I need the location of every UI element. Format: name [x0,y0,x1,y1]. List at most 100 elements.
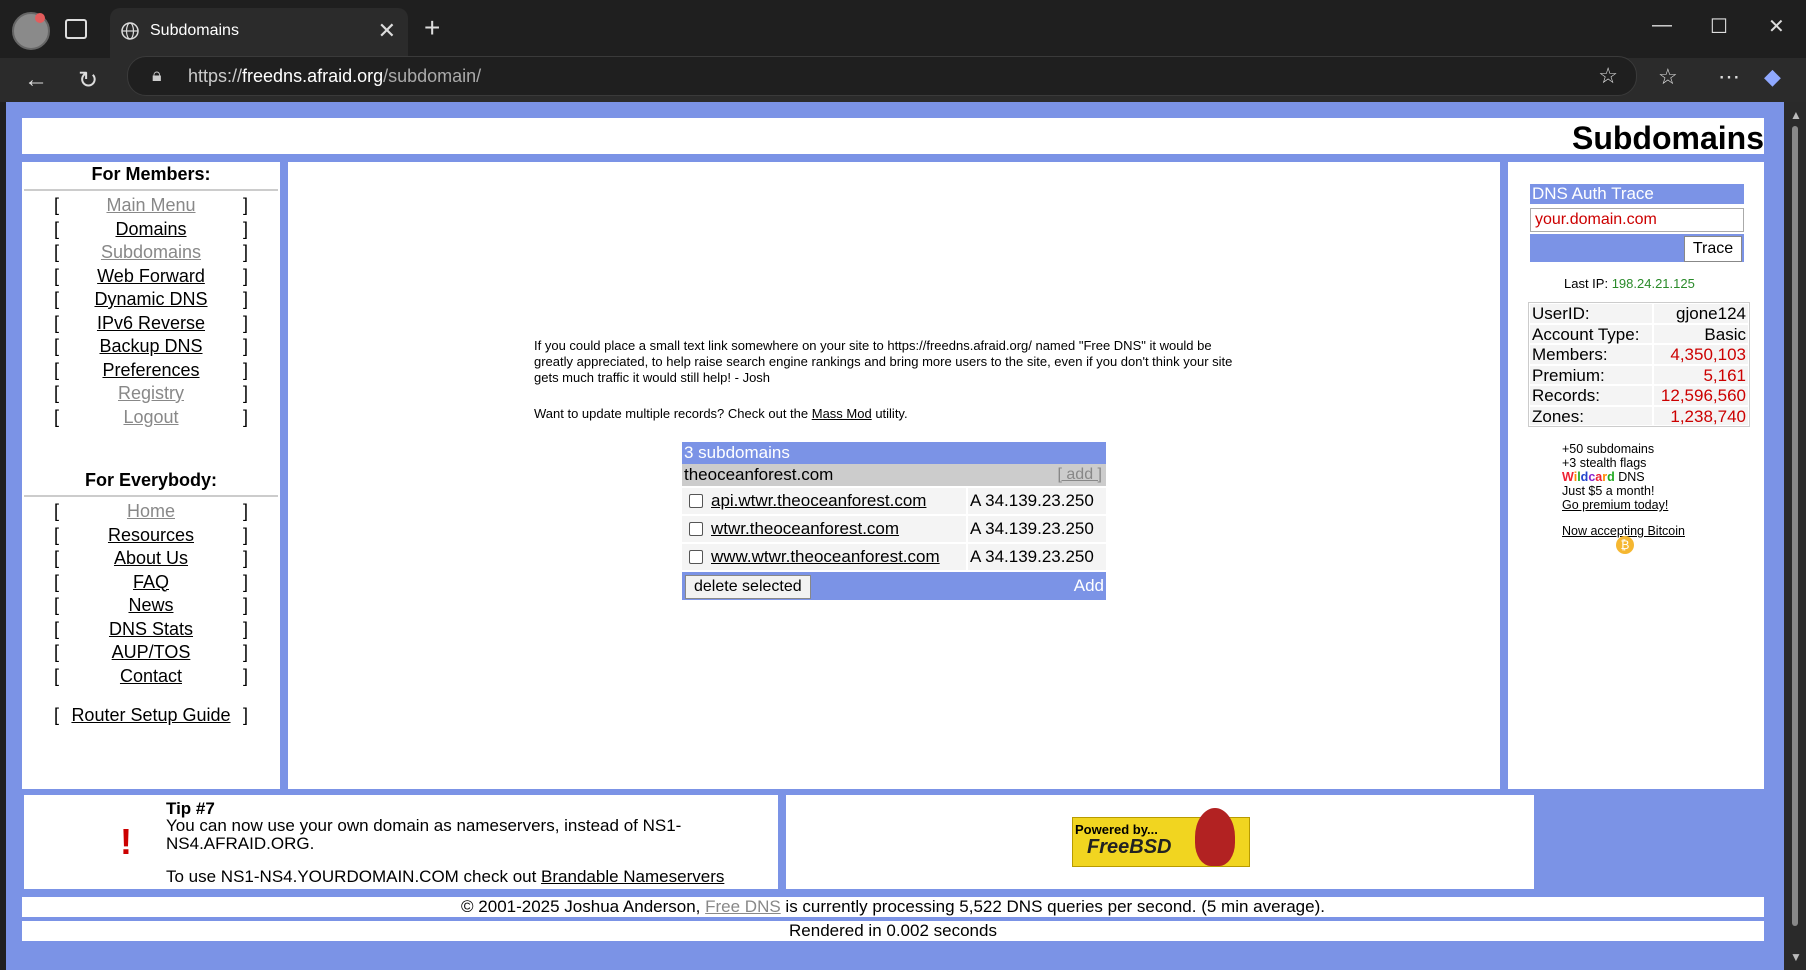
nav-link-domains[interactable]: Domains [22,219,280,240]
minimize-icon[interactable]: — [1652,14,1672,37]
stat-row: Account Type: Basic [1529,324,1749,345]
nav-item: [DNS Stats] [22,619,280,643]
record-value: A 34.139.23.250 [968,544,1106,570]
table-row: www.wtwr.theoceanforest.com A 34.139.23.2… [682,544,1106,570]
nav-item: [FAQ] [22,572,280,596]
new-tab-icon[interactable]: + [424,12,440,44]
nav-link-router-setup[interactable]: Router Setup Guide [22,705,280,726]
nav-link-about-us[interactable]: About Us [22,548,280,569]
nav-link-subdomains[interactable]: Subdomains [22,242,280,263]
nav-link-web-forward[interactable]: Web Forward [22,266,280,287]
reload-icon[interactable]: ↻ [78,66,98,95]
nav-link-faq[interactable]: FAQ [22,572,280,593]
stat-value: 1,238,740 [1654,406,1748,426]
nav-item: [Main Menu] [22,195,280,219]
back-icon[interactable]: ← [24,66,48,94]
exclamation-icon: ! [120,821,132,862]
left-nav: For Members: [Main Menu][Domains][Subdom… [22,162,280,789]
nav-item: [Subdomains] [22,242,280,266]
last-ip-value: 198.24.21.125 [1611,276,1695,291]
trace-domain-input[interactable]: your.domain.com [1530,208,1744,232]
nav-link-registry[interactable]: Registry [22,383,280,404]
nav-item: [Backup DNS] [22,336,280,360]
intro-text: If you could place a small text link som… [534,338,1233,385]
table-row: api.wtwr.theoceanforest.com A 34.139.23.2… [682,488,1106,514]
tip-text: You can now use your own domain as names… [166,816,682,853]
tab-actions-icon[interactable] [65,19,87,39]
nav-link-news[interactable]: News [22,595,280,616]
scroll-thumb[interactable] [1792,126,1798,926]
go-premium-link[interactable]: Go premium today! [1562,498,1668,512]
members-heading: For Members: [91,164,211,184]
scroll-up-icon[interactable]: ▲ [1790,108,1802,122]
stat-value: Basic [1654,324,1748,344]
stat-label: Account Type: [1530,324,1652,344]
stat-row: Premium: 5,161 [1529,365,1749,386]
brandable-nameservers-link[interactable]: Brandable Nameservers [541,867,724,886]
members-nav: [Main Menu][Domains][Subdomains][Web For… [22,195,280,430]
nav-link-aup-tos[interactable]: AUP/TOS [22,642,280,663]
favorite-star-icon[interactable]: ☆ [1598,63,1618,89]
everybody-heading: For Everybody: [84,470,218,490]
nav-link-main-menu[interactable]: Main Menu [22,195,280,216]
address-bar[interactable]: 🔒︎ https://freedns.afraid.org/subdomain/… [127,56,1637,96]
nav-link-dynamic-dns[interactable]: Dynamic DNS [22,289,280,310]
nav-item: [Domains] [22,219,280,243]
nav-link-home[interactable]: Home [22,501,280,522]
row-checkbox[interactable] [689,550,703,564]
browser-tab[interactable]: Subdomains ✕ [110,8,408,58]
nav-link-contact[interactable]: Contact [22,666,280,687]
maximize-icon[interactable]: ☐ [1710,14,1728,39]
add-button[interactable]: Add [1074,576,1104,596]
more-menu-icon[interactable]: ⋯ [1718,64,1740,90]
nav-item: [Registry] [22,383,280,407]
stat-value: 12,596,560 [1654,386,1748,405]
nav-item: [Logout] [22,407,280,431]
nav-link-logout[interactable]: Logout [22,407,280,428]
nav-item: [AUP/TOS] [22,642,280,666]
tab-title: Subdomains [150,22,239,39]
divider [24,495,278,497]
vertical-scrollbar[interactable]: ▲ ▼ [1784,102,1806,970]
free-dns-link[interactable]: Free DNS [705,897,781,916]
nav-item: [About Us] [22,548,280,572]
copilot-icon[interactable]: ◆ [1764,64,1781,90]
nav-item: [Web Forward] [22,266,280,290]
nav-link-preferences[interactable]: Preferences [22,360,280,381]
nav-link-dns-stats[interactable]: DNS Stats [22,619,280,640]
trace-heading: DNS Auth Trace [1530,184,1744,204]
favorites-icon[interactable]: ☆ [1658,64,1678,90]
freebsd-box: Powered by... FreeBSD [786,795,1534,889]
nav-item: [Contact] [22,666,280,690]
add-subdomain-link[interactable]: [ add ] [1058,464,1102,486]
stat-label: Records: [1530,386,1652,405]
row-checkbox[interactable] [689,522,703,536]
stat-label: Zones: [1530,406,1652,426]
row-checkbox[interactable] [689,494,703,508]
globe-icon [121,22,139,40]
bitcoin-icon[interactable]: ₿ [1616,536,1634,554]
stat-label: Members: [1530,345,1652,364]
close-window-icon[interactable]: ✕ [1768,14,1785,39]
trace-button[interactable]: Trace [1684,236,1742,262]
freebsd-badge[interactable]: Powered by... FreeBSD [1072,808,1250,867]
domain-row: theoceanforest.com [ add ] [682,464,1106,486]
subdomain-link[interactable]: api.wtwr.theoceanforest.com [711,491,926,511]
domain-name: theoceanforest.com [684,465,834,484]
nav-link-ipv6-reverse[interactable]: IPv6 Reverse [22,313,280,334]
nav-item-router-setup: [ Router Setup Guide ] [22,705,280,729]
nav-link-backup-dns[interactable]: Backup DNS [22,336,280,357]
account-stats: UserID: gjone124 Account Type: Basic Members… [1528,302,1750,427]
record-value: A 34.139.23.250 [968,488,1106,514]
close-tab-icon[interactable]: ✕ [378,20,396,42]
lock-icon[interactable]: 🔒︎ [152,65,162,86]
mass-mod-link[interactable]: Mass Mod [812,406,872,421]
delete-selected-button[interactable]: delete selected [685,575,811,599]
nav-link-resources[interactable]: Resources [22,525,280,546]
subdomain-link[interactable]: www.wtwr.theoceanforest.com [711,547,940,567]
browser-titlebar: Subdomains ✕ + — ☐ ✕ [0,0,1806,58]
scroll-down-icon[interactable]: ▼ [1790,950,1802,964]
subdomain-link[interactable]: wtwr.theoceanforest.com [711,519,899,539]
nav-item: [Preferences] [22,360,280,384]
trace-bar: Trace [1530,234,1744,262]
